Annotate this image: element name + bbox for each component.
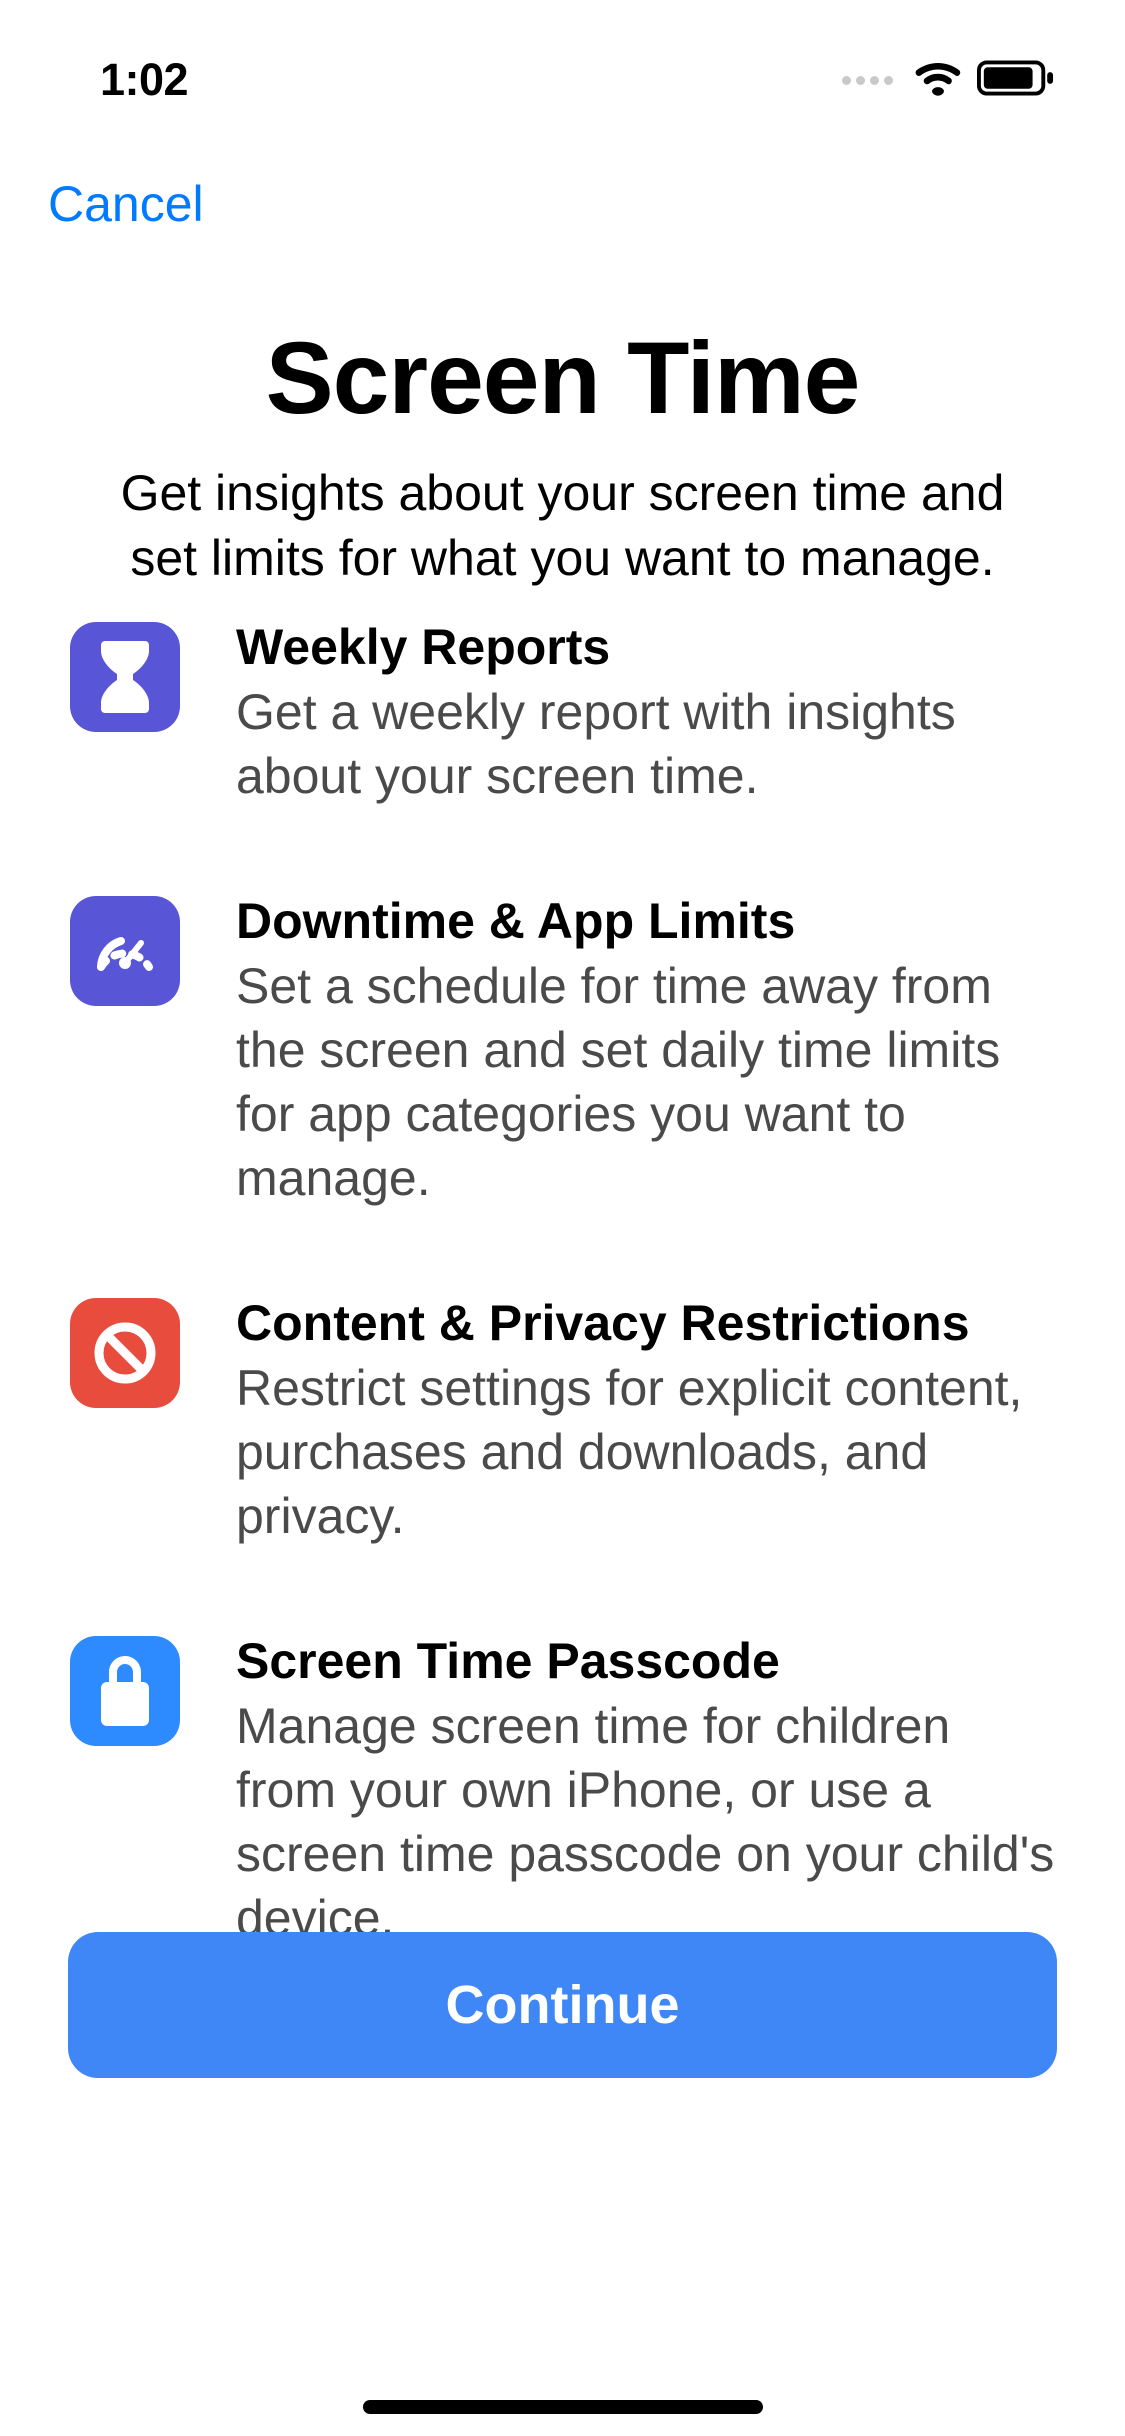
feature-content-privacy: Content & Privacy Restrictions Restrict …: [70, 1294, 1055, 1548]
status-time: 1:02: [100, 54, 188, 106]
cancel-button[interactable]: Cancel: [48, 175, 204, 233]
feature-passcode: Screen Time Passcode Manage screen time …: [70, 1632, 1055, 1950]
feature-title: Content & Privacy Restrictions: [236, 1294, 1055, 1352]
feature-weekly-reports: Weekly Reports Get a weekly report with …: [70, 618, 1055, 808]
feature-desc: Manage screen time for children from you…: [236, 1694, 1055, 1950]
feature-desc: Set a schedule for time away from the sc…: [236, 954, 1055, 1210]
feature-title: Weekly Reports: [236, 618, 1055, 676]
cellular-dots-icon: [842, 76, 893, 85]
gauge-icon: [70, 896, 180, 1006]
hourglass-icon: [70, 622, 180, 732]
feature-list: Weekly Reports Get a weekly report with …: [70, 618, 1055, 1950]
feature-title: Screen Time Passcode: [236, 1632, 1055, 1690]
home-indicator[interactable]: [363, 2400, 763, 2414]
continue-button[interactable]: Continue: [68, 1932, 1057, 2078]
nav-bar: Cancel: [48, 175, 204, 233]
battery-icon: [977, 59, 1055, 102]
feature-desc: Restrict settings for explicit content, …: [236, 1356, 1055, 1548]
status-icons: [842, 59, 1055, 102]
title-block: Screen Time Get insights about your scre…: [0, 320, 1125, 591]
lock-icon: [70, 1636, 180, 1746]
page-title: Screen Time: [0, 320, 1125, 437]
status-bar: 1:02: [0, 0, 1125, 130]
no-symbol-icon: [70, 1298, 180, 1408]
feature-downtime-limits: Downtime & App Limits Set a schedule for…: [70, 892, 1055, 1210]
wifi-icon: [913, 59, 963, 102]
feature-title: Downtime & App Limits: [236, 892, 1055, 950]
page-subtitle: Get insights about your screen time and …: [0, 461, 1125, 591]
feature-desc: Get a weekly report with insights about …: [236, 680, 1055, 808]
